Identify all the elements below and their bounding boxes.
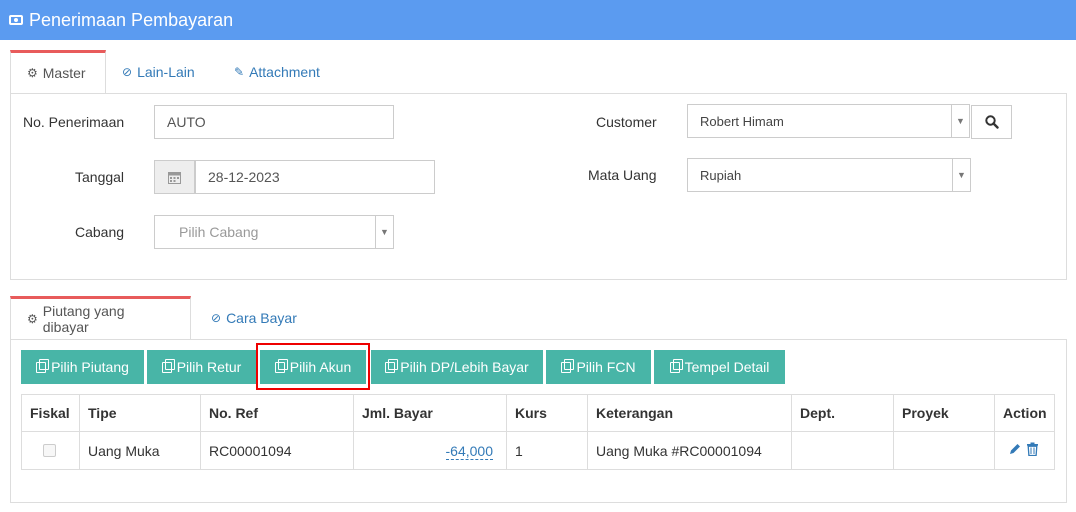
- chevron-down-icon: ▼: [952, 159, 970, 191]
- tanggal-label: Tanggal: [75, 169, 125, 185]
- detail-table: Fiskal Tipe No. Ref Jml. Bayar Kurs Kete…: [21, 394, 1055, 470]
- col-proyek: Proyek: [893, 394, 995, 432]
- tipe-cell: Uang Muka: [79, 431, 201, 470]
- col-jml-bayar: Jml. Bayar: [353, 394, 507, 432]
- no-penerimaan-input[interactable]: AUTO: [154, 105, 394, 139]
- table-header-row: Fiskal Tipe No. Ref Jml. Bayar Kurs Kete…: [21, 394, 1055, 432]
- chevron-down-icon: ▼: [951, 105, 969, 137]
- pilih-dp-label: Pilih DP/Lebih Bayar: [400, 359, 529, 375]
- col-dept: Dept.: [791, 394, 894, 432]
- pilih-retur-button[interactable]: Pilih Retur: [147, 350, 256, 384]
- tanggal-input[interactable]: 28-12-2023: [195, 160, 435, 194]
- copy-icon: [36, 358, 50, 373]
- fiskal-checkbox[interactable]: [43, 444, 56, 457]
- copy-icon: [161, 358, 175, 373]
- keterangan-cell: Uang Muka #RC00001094: [587, 431, 792, 470]
- tab-lain-lain[interactable]: ⊘ Lain-Lain: [106, 50, 218, 94]
- no-penerimaan-label: No. Penerimaan: [23, 114, 125, 130]
- master-tabs: ⚙ Master ⊘ Lain-Lain ✎ Attachment: [10, 50, 336, 94]
- mata-uang-value: Rupiah: [700, 167, 742, 183]
- pilih-retur-label: Pilih Retur: [176, 359, 242, 375]
- pilih-piutang-button[interactable]: Pilih Piutang: [21, 350, 144, 384]
- chevron-down-icon: ▼: [375, 216, 393, 248]
- cabang-select[interactable]: Pilih Cabang ▼: [154, 215, 394, 249]
- action-cell: [994, 431, 1055, 470]
- cabang-label: Cabang: [75, 224, 125, 240]
- pilih-fcn-button[interactable]: Pilih FCN: [546, 350, 651, 384]
- tab-piutang-dibayar[interactable]: ⚙ Piutang yang dibayar: [10, 296, 191, 340]
- page-title: Penerimaan Pembayaran: [29, 9, 234, 30]
- col-keterangan: Keterangan: [587, 394, 792, 432]
- mata-uang-label: Mata Uang: [588, 167, 657, 183]
- mata-uang-select[interactable]: Rupiah ▼: [687, 158, 971, 192]
- no-ref-cell: RC00001094: [200, 431, 354, 470]
- tanggal-value: 28-12-2023: [208, 169, 280, 185]
- calendar-icon[interactable]: [154, 160, 195, 194]
- customer-select[interactable]: Robert Himam ▼: [687, 104, 970, 138]
- check-circle-icon: ⊘: [211, 311, 222, 325]
- customer-search-button[interactable]: [971, 105, 1012, 139]
- col-kurs: Kurs: [506, 394, 588, 432]
- tab-attachment-label: Attachment: [249, 64, 320, 80]
- no-penerimaan-value: AUTO: [167, 114, 206, 130]
- highlight-box: [256, 343, 370, 390]
- title-bar: Penerimaan Pembayaran: [0, 0, 1076, 40]
- copy-icon: [385, 358, 399, 373]
- trash-icon[interactable]: [1026, 442, 1039, 459]
- kurs-cell: 1: [506, 431, 588, 470]
- cabang-placeholder: Pilih Cabang: [179, 224, 259, 240]
- dept-cell: [791, 431, 894, 470]
- col-fiskal: Fiskal: [21, 394, 80, 432]
- col-tipe: Tipe: [79, 394, 201, 432]
- jml-bayar-cell: -64,000: [353, 431, 507, 470]
- money-icon: [9, 15, 23, 25]
- cogs-icon: ⚙: [27, 312, 38, 326]
- jml-bayar-editable[interactable]: -64,000: [445, 441, 493, 460]
- paste-icon: [669, 358, 683, 373]
- tab-master-label: Master: [42, 65, 86, 81]
- tab-piutang-label: Piutang yang dibayar: [42, 303, 125, 335]
- search-icon: [984, 115, 999, 129]
- fiskal-cell: [21, 431, 80, 470]
- edit-icon[interactable]: [1008, 442, 1022, 459]
- proyek-cell: [893, 431, 995, 470]
- tab-master[interactable]: ⚙ Master: [10, 50, 106, 94]
- cogs-icon: ⚙: [27, 66, 38, 80]
- tab-cara-bayar[interactable]: ⊘ Cara Bayar: [191, 296, 313, 340]
- pilih-piutang-label: Pilih Piutang: [51, 359, 129, 375]
- paperclip-icon: ✎: [234, 65, 245, 79]
- detail-tabs: ⚙ Piutang yang dibayar ⊘ Cara Bayar: [10, 296, 313, 340]
- col-no-ref: No. Ref: [200, 394, 354, 432]
- pilih-fcn-label: Pilih FCN: [576, 359, 636, 375]
- col-action: Action: [994, 394, 1055, 432]
- tab-attachment[interactable]: ✎ Attachment: [218, 50, 336, 94]
- tempel-detail-label: Tempel Detail: [684, 359, 770, 375]
- tab-lain-lain-label: Lain-Lain: [137, 64, 195, 80]
- table-row: Uang Muka RC00001094 -64,000 1 Uang Muka…: [21, 431, 1055, 470]
- customer-label: Customer: [596, 114, 657, 130]
- customer-value: Robert Himam: [700, 113, 784, 129]
- tab-cara-bayar-label: Cara Bayar: [226, 310, 297, 326]
- tempel-detail-button[interactable]: Tempel Detail: [654, 350, 785, 384]
- copy-icon: [561, 358, 575, 373]
- check-circle-icon: ⊘: [122, 65, 133, 79]
- pilih-dp-button[interactable]: Pilih DP/Lebih Bayar: [371, 350, 543, 384]
